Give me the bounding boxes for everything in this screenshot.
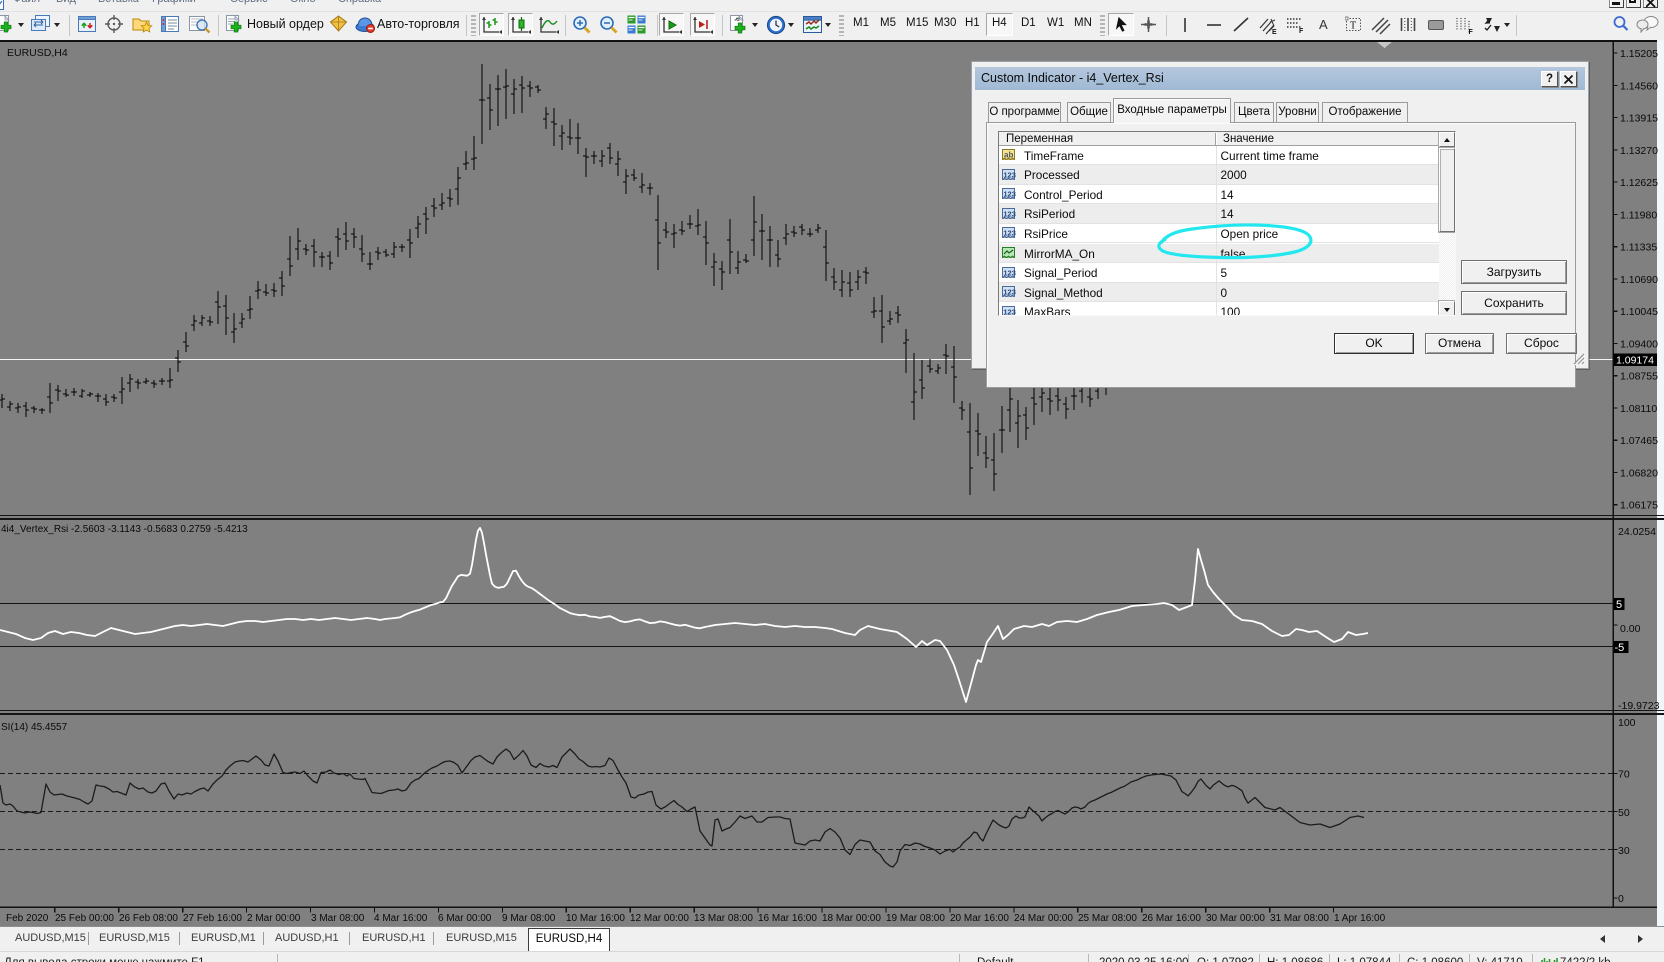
svg-text:1.10045: 1.10045 (1620, 306, 1658, 318)
svg-text:100: 100 (1618, 717, 1636, 729)
svg-text:1.08755: 1.08755 (1620, 371, 1658, 383)
svg-text:Feb 2020: Feb 2020 (6, 913, 49, 924)
svg-text:6 Mar 00:00: 6 Mar 00:00 (438, 913, 492, 924)
svg-text:123: 123 (1003, 288, 1016, 297)
svg-text:1.09400: 1.09400 (1620, 338, 1658, 350)
svg-text:16 Mar 16:00: 16 Mar 16:00 (758, 913, 817, 924)
svg-text:1.14560: 1.14560 (1620, 80, 1658, 92)
svg-text:E: E (1272, 29, 1277, 36)
svg-text:1.09174: 1.09174 (1616, 355, 1654, 367)
svg-text:24 Mar 00:00: 24 Mar 00:00 (1014, 913, 1073, 924)
svg-text:18 Mar 00:00: 18 Mar 00:00 (822, 913, 881, 924)
svg-text:3 Mar 08:00: 3 Mar 08:00 (311, 913, 365, 924)
svg-text:1.13915: 1.13915 (1620, 113, 1658, 125)
svg-text:13 Mar 08:00: 13 Mar 08:00 (694, 913, 753, 924)
svg-text:70: 70 (1618, 769, 1630, 781)
svg-text:26 Mar 16:00: 26 Mar 16:00 (1142, 913, 1201, 924)
svg-text:25 Feb 00:00: 25 Feb 00:00 (55, 913, 114, 924)
svg-text:1 Apr 16:00: 1 Apr 16:00 (1334, 913, 1386, 924)
svg-text:26 Feb 08:00: 26 Feb 08:00 (119, 913, 178, 924)
svg-text:30: 30 (1618, 845, 1630, 857)
svg-text:4i4_Vertex_Rsi -2.5603 -3.1143: 4i4_Vertex_Rsi -2.5603 -3.1143 -0.5683 0… (1, 524, 248, 535)
svg-text:1.11335: 1.11335 (1620, 242, 1657, 254)
svg-text:1.15205: 1.15205 (1620, 48, 1658, 60)
svg-text:9 Mar 08:00: 9 Mar 08:00 (502, 913, 556, 924)
svg-text:1.08110: 1.08110 (1620, 403, 1657, 415)
svg-text:1.13270: 1.13270 (1620, 145, 1658, 157)
svg-text:4 Mar 16:00: 4 Mar 16:00 (374, 913, 428, 924)
svg-text:1.06820: 1.06820 (1620, 468, 1658, 480)
svg-text:25 Mar 08:00: 25 Mar 08:00 (1078, 913, 1137, 924)
svg-text:123: 123 (1003, 170, 1016, 179)
svg-text:24.0254: 24.0254 (1618, 526, 1656, 538)
svg-text:31 Mar 08:00: 31 Mar 08:00 (1270, 913, 1329, 924)
svg-text:2 Mar 00:00: 2 Mar 00:00 (247, 913, 301, 924)
svg-text:123: 123 (1003, 268, 1016, 277)
svg-text:0.00: 0.00 (1620, 623, 1641, 635)
svg-text:5: 5 (1616, 599, 1622, 611)
svg-text:1.11980: 1.11980 (1620, 209, 1657, 221)
svg-text:F: F (1469, 29, 1474, 36)
svg-text:SI(14) 45.4557: SI(14) 45.4557 (1, 722, 68, 733)
svg-text:1.12625: 1.12625 (1620, 177, 1658, 189)
svg-text:F: F (1299, 28, 1304, 35)
svg-text:123: 123 (1003, 190, 1016, 199)
svg-text:50: 50 (1618, 807, 1630, 819)
svg-text:-19.9723: -19.9723 (1618, 700, 1660, 712)
svg-text:30 Mar 00:00: 30 Mar 00:00 (1206, 913, 1265, 924)
svg-text:ab: ab (1004, 151, 1013, 160)
svg-text:0: 0 (1618, 893, 1624, 905)
svg-text:EURUSD,H4: EURUSD,H4 (7, 47, 68, 59)
svg-text:123: 123 (1003, 229, 1016, 238)
svg-text:123: 123 (1003, 209, 1016, 218)
svg-text:1.10690: 1.10690 (1620, 274, 1658, 286)
svg-text:-5: -5 (1615, 642, 1625, 654)
svg-text:20 Mar 16:00: 20 Mar 16:00 (950, 913, 1009, 924)
svg-text:27 Feb 16:00: 27 Feb 16:00 (183, 913, 242, 924)
svg-text:1.06175: 1.06175 (1620, 500, 1658, 512)
svg-text:10 Mar 16:00: 10 Mar 16:00 (566, 913, 625, 924)
svg-text:123: 123 (1003, 307, 1016, 316)
svg-text:T: T (1350, 21, 1356, 32)
svg-text:12 Mar 00:00: 12 Mar 00:00 (630, 913, 689, 924)
svg-text:19 Mar 08:00: 19 Mar 08:00 (886, 913, 945, 924)
svg-text:1.07465: 1.07465 (1620, 435, 1658, 447)
